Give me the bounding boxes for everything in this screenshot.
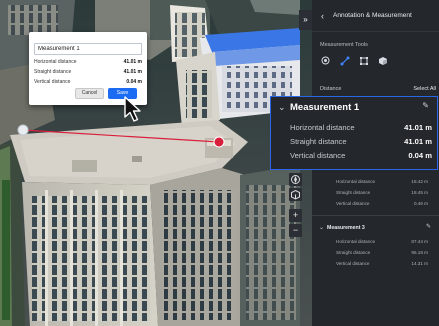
line-measure-icon[interactable] bbox=[339, 55, 350, 66]
m2-vertical-label: Vertical distance bbox=[336, 201, 370, 206]
dialog-vertical-value: 0.04 m bbox=[126, 79, 142, 85]
point-icon[interactable] bbox=[320, 55, 331, 66]
m3-vertical-value: 14.31 m bbox=[411, 261, 428, 266]
select-all-link[interactable]: Select All bbox=[413, 86, 436, 92]
panel-header: ‹ Annotation & Measurement bbox=[312, 0, 439, 32]
card-horizontal-label: Horizontal distance bbox=[290, 123, 355, 132]
measurement-name-input[interactable] bbox=[34, 43, 142, 55]
measurement-1-card[interactable]: ⌄ Measurement 1 ✎ Horizontal distance 41… bbox=[270, 96, 438, 170]
dialog-horizontal-row: Horizontal distance 41.01 m bbox=[34, 59, 142, 65]
m2-vertical-value: 0.46 m bbox=[413, 201, 428, 206]
dialog-horizontal-value: 41.01 m bbox=[123, 59, 142, 65]
measurement-3-title[interactable]: Measurement 3 bbox=[327, 225, 365, 231]
m3-horizontal-value: 87.44 m bbox=[411, 239, 428, 244]
m3-vertical-row: Vertical distance 14.31 m bbox=[336, 261, 428, 266]
card-vertical-row: Vertical distance 0.04 m bbox=[290, 151, 432, 160]
cancel-button[interactable]: Cancel bbox=[75, 88, 104, 99]
dialog-straight-row: Straight distance 41.01 m bbox=[34, 69, 142, 75]
tools-title: Measurement Tools bbox=[320, 42, 368, 48]
divider bbox=[312, 215, 439, 216]
zoom-out-button[interactable]: − bbox=[289, 224, 302, 237]
chevron-down-icon[interactable]: ⌄ bbox=[278, 102, 286, 113]
zoom-in-button[interactable]: + bbox=[289, 209, 302, 222]
m3-vertical-label: Vertical distance bbox=[336, 261, 370, 266]
dialog-straight-value: 41.01 m bbox=[123, 69, 142, 75]
m3-straight-label: Straight distance bbox=[336, 250, 371, 255]
m2-straight-label: Straight distance bbox=[336, 190, 371, 195]
dialog-horizontal-label: Horizontal distance bbox=[34, 59, 77, 65]
m3-straight-value: 95.18 m bbox=[411, 250, 428, 255]
m2-horizontal-label: Horizontal distance bbox=[336, 179, 376, 184]
card-vertical-label: Vertical distance bbox=[290, 151, 346, 160]
compass-icon[interactable] bbox=[289, 173, 302, 186]
card-vertical-value: 0.04 m bbox=[408, 151, 432, 160]
chevron-down-icon[interactable]: ⌄ bbox=[319, 224, 324, 231]
chevron-left-icon[interactable]: ‹ bbox=[321, 11, 324, 21]
area-measure-icon[interactable] bbox=[358, 55, 369, 66]
dialog-straight-label: Straight distance bbox=[34, 69, 72, 75]
card-horizontal-row: Horizontal distance 41.01 m bbox=[290, 123, 432, 132]
m2-straight-row: Straight distance 18.45 m bbox=[336, 190, 428, 195]
m2-straight-value: 18.45 m bbox=[411, 190, 428, 195]
measurement-1-title: Measurement 1 bbox=[290, 102, 360, 113]
card-straight-value: 41.01 m bbox=[404, 137, 432, 146]
m3-horizontal-row: Horizontal distance 87.44 m bbox=[336, 239, 428, 244]
measurement-tools bbox=[320, 55, 388, 66]
3d-view-toggle-icon[interactable] bbox=[289, 188, 302, 201]
card-horizontal-value: 41.01 m bbox=[404, 123, 432, 132]
m3-horizontal-label: Horizontal distance bbox=[336, 239, 376, 244]
dialog-vertical-row: Vertical distance 0.04 m bbox=[34, 79, 142, 85]
m3-straight-row: Straight distance 95.18 m bbox=[336, 250, 428, 255]
save-measurement-dialog: Horizontal distance 41.01 m Straight dis… bbox=[29, 32, 147, 105]
card-straight-row: Straight distance 41.01 m bbox=[290, 137, 432, 146]
dialog-vertical-label: Vertical distance bbox=[34, 79, 71, 85]
m2-horizontal-value: 18.42 m bbox=[411, 179, 428, 184]
panel-title: Annotation & Measurement bbox=[333, 12, 412, 19]
m2-vertical-row: Vertical distance 0.46 m bbox=[336, 201, 428, 206]
distance-section-label: Distance bbox=[320, 86, 342, 92]
edit-icon[interactable]: ✎ bbox=[422, 101, 429, 110]
edit-icon[interactable]: ✎ bbox=[426, 223, 431, 230]
mouse-pointer-icon bbox=[124, 96, 141, 122]
volume-cube-icon[interactable] bbox=[377, 55, 388, 66]
expand-panel-button[interactable]: » bbox=[299, 10, 312, 30]
card-straight-label: Straight distance bbox=[290, 137, 347, 146]
m2-horizontal-row: Horizontal distance 18.42 m bbox=[336, 179, 428, 184]
